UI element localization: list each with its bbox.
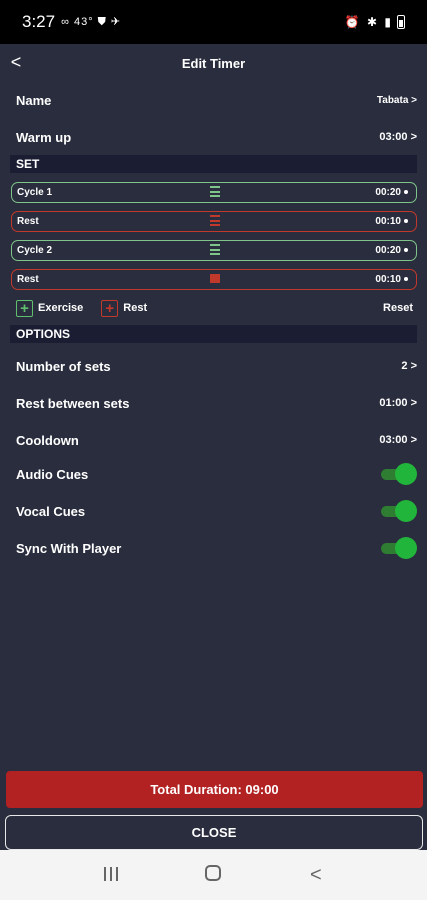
set-item-rest-2[interactable]: Rest 00:10	[11, 269, 417, 290]
name-row[interactable]: Name Tabata >	[16, 90, 417, 110]
app-header: < Edit Timer	[0, 44, 427, 82]
audio-cues-row: Audio Cues	[16, 462, 417, 486]
rest-between-sets-row[interactable]: Rest between sets 01:00 >	[16, 393, 417, 413]
drag-handle-icon[interactable]	[210, 186, 220, 197]
options-section-title: OPTIONS	[16, 327, 71, 341]
audio-cues-toggle[interactable]	[381, 463, 417, 485]
add-exercise-button[interactable]: Exercise	[38, 302, 83, 314]
set-item-rest-1[interactable]: Rest 00:10	[11, 211, 417, 232]
add-exercise-icon[interactable]: +	[16, 299, 33, 317]
menu-dot-icon[interactable]	[404, 190, 408, 195]
set-item-duration: 00:20	[375, 187, 408, 198]
back-button[interactable]: <	[6, 52, 26, 73]
set-section-title: SET	[16, 157, 40, 171]
cooldown-row[interactable]: Cooldown 03:00 >	[16, 430, 417, 450]
reset-button[interactable]: Reset	[383, 302, 413, 314]
set-item-label: Rest	[17, 274, 39, 285]
vocal-cues-label: Vocal Cues	[16, 503, 86, 519]
set-item-cycle-1[interactable]: Cycle 1 00:20	[11, 182, 417, 203]
menu-dot-icon[interactable]	[404, 277, 408, 282]
number-of-sets-row[interactable]: Number of sets 2 >	[16, 356, 417, 376]
total-duration-banner: Total Duration: 09:00	[6, 771, 423, 808]
set-item-duration: 00:10	[375, 216, 408, 227]
set-item-label: Cycle 2	[17, 245, 53, 256]
system-back-button[interactable]: <	[296, 864, 336, 887]
total-duration-text: Total Duration: 09:00	[150, 782, 279, 797]
drag-handle-icon[interactable]	[210, 244, 220, 255]
set-item-label: Cycle 1	[17, 187, 53, 198]
close-label: CLOSE	[191, 825, 237, 840]
options-section-header: OPTIONS	[10, 325, 417, 343]
home-icon	[205, 864, 222, 881]
recent-apps-button[interactable]	[91, 864, 131, 887]
sync-with-player-toggle[interactable]	[381, 537, 417, 559]
add-rest-icon[interactable]: +	[101, 299, 119, 317]
menu-dot-icon[interactable]	[404, 219, 408, 224]
name-label: Name	[16, 92, 52, 108]
number-of-sets-label: Number of sets	[16, 358, 111, 374]
vocal-cues-toggle[interactable]	[381, 500, 417, 522]
status-left-icons: ∞ 43° ⛊ ✈	[61, 15, 121, 28]
page-title: Edit Timer	[181, 55, 246, 71]
status-bar: 3:27 ∞ 43° ⛊ ✈ ⏰ ✱ ▮	[0, 0, 427, 44]
cooldown-value: 03:00 >	[379, 434, 417, 446]
warmup-label: Warm up	[16, 129, 72, 145]
menu-dot-icon[interactable]	[404, 248, 408, 253]
set-item-label: Rest	[17, 216, 39, 227]
sync-with-player-row: Sync With Player	[16, 536, 417, 560]
drag-handle-icon[interactable]	[210, 215, 220, 226]
vocal-cues-row: Vocal Cues	[16, 499, 417, 523]
rest-between-sets-label: Rest between sets	[16, 395, 130, 411]
cooldown-label: Cooldown	[16, 432, 79, 448]
system-nav-bar: <	[0, 850, 427, 900]
audio-cues-label: Audio Cues	[16, 466, 89, 482]
set-item-cycle-2[interactable]: Cycle 2 00:20	[11, 240, 417, 261]
status-right-icons: ⏰ ✱ ▮	[345, 15, 405, 29]
set-item-duration: 00:20	[375, 245, 408, 256]
warmup-row[interactable]: Warm up 03:00 >	[16, 127, 417, 147]
recent-apps-icon	[104, 866, 119, 881]
sync-with-player-label: Sync With Player	[16, 540, 122, 556]
status-icons: ⏰ ✱ ▮	[344, 15, 393, 29]
drag-handle-icon[interactable]	[210, 274, 220, 283]
warmup-value: 03:00 >	[379, 131, 417, 143]
rest-between-sets-value: 01:00 >	[379, 397, 417, 409]
name-value: Tabata >	[376, 94, 417, 106]
home-button[interactable]	[193, 864, 233, 887]
battery-icon	[397, 15, 405, 29]
add-item-row: + Exercise + Rest Reset	[16, 298, 413, 318]
set-item-duration: 00:10	[375, 274, 408, 285]
add-rest-button[interactable]: Rest	[123, 302, 147, 314]
close-button[interactable]: CLOSE	[5, 815, 423, 850]
status-time: 3:27	[22, 12, 56, 31]
number-of-sets-value: 2 >	[401, 360, 417, 372]
set-section-header: SET	[10, 155, 417, 173]
